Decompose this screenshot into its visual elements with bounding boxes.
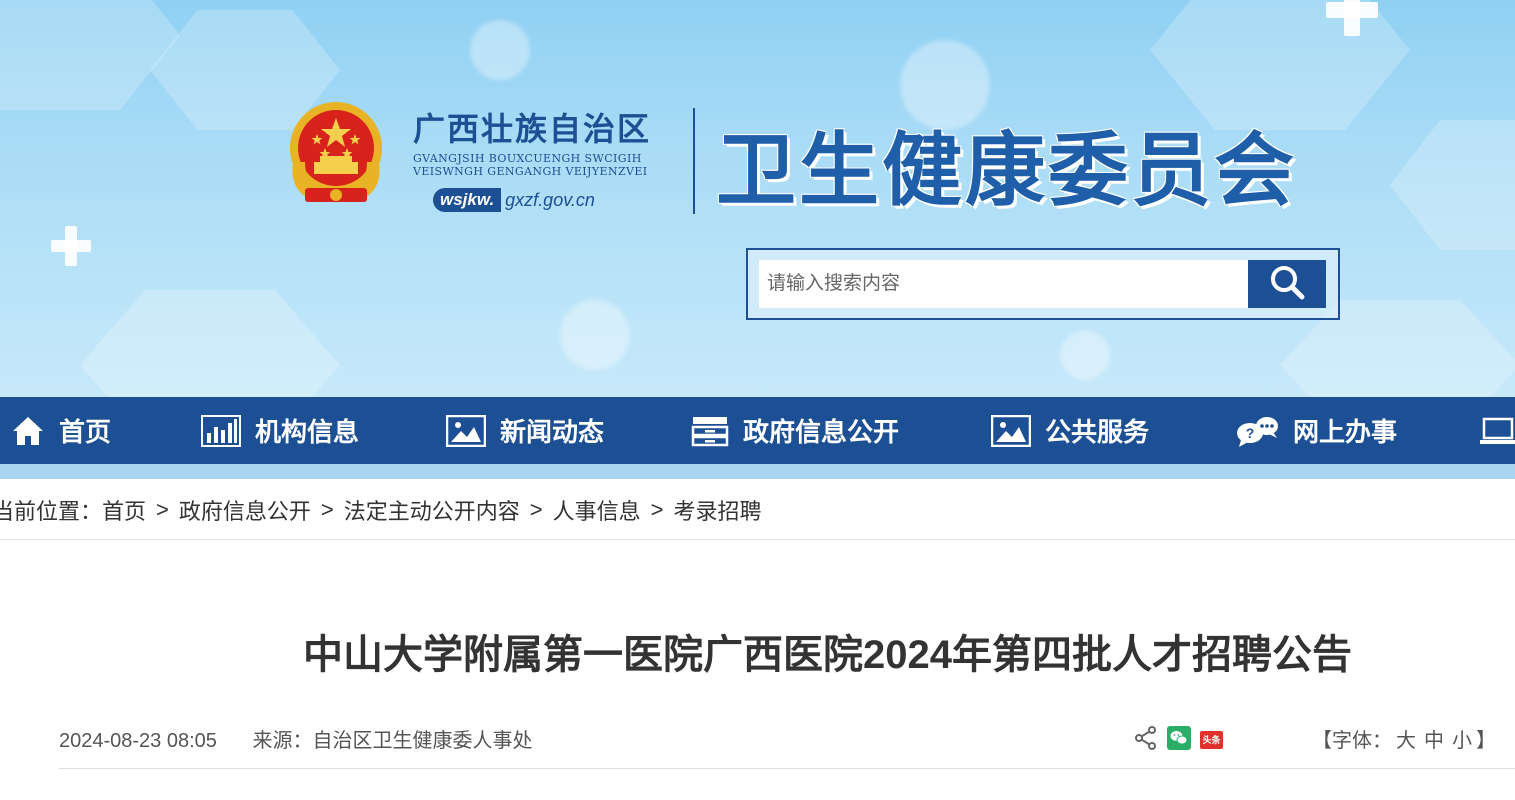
search-input[interactable] xyxy=(759,260,1249,308)
bar-chart-icon xyxy=(201,414,241,447)
article-meta: 2024-08-23 08:05 来源：自治区卫生健康委人事处 xyxy=(59,724,532,753)
region-title: 广西壮族自治区 xyxy=(413,110,652,148)
breadcrumb-statutory[interactable]: 法定主动公开内容 xyxy=(344,494,520,526)
picture-icon xyxy=(446,414,486,447)
breadcrumb-separator: > xyxy=(529,497,543,522)
nav-label: 机构信息 xyxy=(255,417,360,447)
national-emblem-icon xyxy=(287,100,385,208)
breadcrumb-personnel[interactable]: 人事信息 xyxy=(553,494,641,526)
breadcrumb-separator: > xyxy=(156,497,169,522)
font-size-medium[interactable]: 中 xyxy=(1424,730,1444,752)
decor-bokeh xyxy=(560,300,630,370)
breadcrumb-gov-info[interactable]: 政府信息公开 xyxy=(179,494,311,526)
article-source: 来源：自治区卫生健康委人事处 xyxy=(252,730,533,752)
breadcrumb-separator: > xyxy=(650,497,664,522)
font-size-small[interactable]: 小 xyxy=(1452,730,1472,752)
site-domain: wsjkw. gxzf.gov.cn xyxy=(433,186,595,214)
medical-cross-icon xyxy=(1326,0,1378,36)
breadcrumb-home[interactable]: 首页 xyxy=(102,494,146,526)
font-size-open: 【字体： xyxy=(1312,730,1392,752)
nav-item-public-service[interactable]: 公共服务 xyxy=(991,397,1149,464)
decor-hexagon xyxy=(1390,120,1515,250)
nav-item-more[interactable] xyxy=(1480,397,1515,464)
meta-divider xyxy=(59,768,1515,769)
breadcrumb-prefix: 当前位置： xyxy=(0,499,103,524)
search-button[interactable] xyxy=(1248,260,1326,308)
archive-icon xyxy=(691,415,729,447)
nav-label: 公共服务 xyxy=(1045,417,1150,447)
search-icon xyxy=(1267,262,1307,307)
article-title: 中山大学附属第一医院广西医院2024年第四批人才招聘公告 xyxy=(303,633,1352,677)
share-wechat-button[interactable] xyxy=(1167,725,1191,755)
nav-item-organization[interactable]: 机构信息 xyxy=(201,397,359,464)
breadcrumb: 当前位置： 首页 > 政府信息公开 > 法定主动公开内容 > 人事信息 > 考录… xyxy=(0,492,762,528)
region-zhuang-line: VEISWNGH GENGANGH VEIJYENZVEI xyxy=(413,165,648,178)
nav-underline-strip xyxy=(0,464,1515,479)
site-title: 卫生健康委员会 xyxy=(716,123,1297,217)
domain-suffix: gxzf.gov.cn xyxy=(505,189,595,210)
chat-icon: ? xyxy=(1235,414,1279,448)
header-divider xyxy=(693,108,695,214)
share-icon xyxy=(1135,725,1157,755)
nav-label: 网上办事 xyxy=(1293,417,1398,447)
nav-label: 政府信息公开 xyxy=(743,417,900,447)
nav-label: 首页 xyxy=(59,417,112,447)
toutiao-icon: 头条 xyxy=(1200,731,1223,749)
region-zhuang-line: GVANGJSIH BOUXCUENGH SWCIGIH xyxy=(413,152,642,165)
breadcrumb-divider xyxy=(0,539,1515,540)
share-button[interactable] xyxy=(1135,725,1157,755)
nav-item-gov-info[interactable]: 政府信息公开 xyxy=(691,397,899,464)
article-datetime: 2024-08-23 08:05 xyxy=(59,730,217,752)
font-size-large[interactable]: 大 xyxy=(1396,730,1416,752)
main-nav: 首页 机构信息 新闻动态 政府信息公开 公共服务 ? 网上办事 xyxy=(0,397,1515,464)
region-title-zhuang: GVANGJSIH BOUXCUENGH SWCIGIH VEISWNGH GE… xyxy=(413,152,648,178)
search-box xyxy=(746,248,1340,320)
decor-bokeh xyxy=(1060,330,1110,380)
breadcrumb-separator: > xyxy=(320,497,334,522)
decor-hexagon xyxy=(80,290,340,397)
wechat-icon xyxy=(1167,725,1191,755)
domain-prefix: wsjkw. xyxy=(433,188,502,212)
nav-item-home[interactable]: 首页 xyxy=(11,397,111,464)
nav-item-news[interactable]: 新闻动态 xyxy=(446,397,604,464)
nav-item-online-service[interactable]: ? 网上办事 xyxy=(1235,397,1397,464)
font-size-close: 】 xyxy=(1476,730,1496,752)
medical-cross-icon xyxy=(51,226,91,266)
breadcrumb-recruitment[interactable]: 考录招聘 xyxy=(674,494,762,526)
laptop-icon xyxy=(1480,415,1515,447)
svg-text:?: ? xyxy=(1246,425,1255,441)
header-banner: 广西壮族自治区 GVANGJSIH BOUXCUENGH SWCIGIH VEI… xyxy=(0,0,1515,397)
share-toutiao-button[interactable]: 头条 xyxy=(1200,726,1223,754)
home-icon xyxy=(11,414,45,448)
nav-label: 新闻动态 xyxy=(500,417,605,447)
font-size-control: 【字体：大中小】 xyxy=(1312,724,1496,753)
picture-icon xyxy=(991,414,1031,447)
decor-hexagon xyxy=(0,0,180,110)
decor-bokeh xyxy=(470,20,530,80)
